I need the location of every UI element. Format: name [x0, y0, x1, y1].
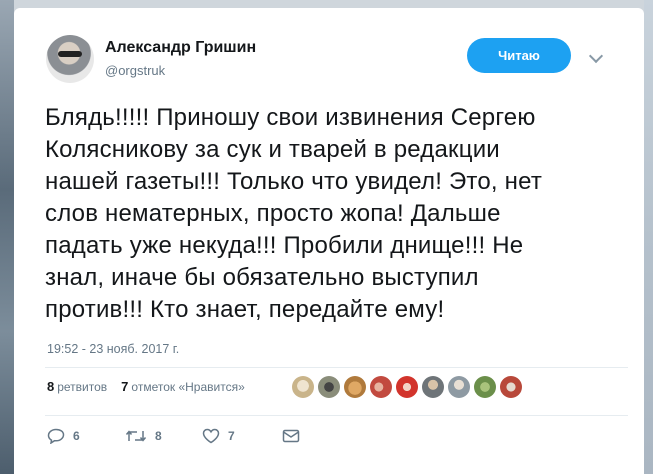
author-avatar[interactable] — [46, 35, 94, 83]
liker-avatar-group[interactable] — [370, 376, 392, 398]
tweet-text-line: Блядь!!!!! Приношу свои извинения Сергею — [45, 104, 536, 131]
retweets-label: ретвитов — [57, 380, 108, 394]
divider — [45, 367, 628, 368]
retweet-count: 8 — [155, 429, 162, 443]
likes-stat[interactable]: 7 отметок «Нравится» — [121, 379, 245, 394]
liker-avatar-flag[interactable] — [500, 376, 522, 398]
liker-avatar-portrait[interactable] — [422, 376, 444, 398]
tweet-text-line: падать уже некуда!!! Пробили днище!!! Не — [45, 232, 524, 259]
author-name[interactable]: Александр Гришин — [105, 39, 256, 57]
likes-count: 7 — [121, 379, 129, 394]
retweet-icon — [125, 430, 147, 442]
liker-avatar-person[interactable] — [448, 376, 470, 398]
engagement-stats: 8 ретвитов 7 отметок «Нравится» — [47, 379, 245, 394]
tweet-text-line: Колясникову за сук и тварей в редакции — [45, 136, 500, 163]
tweet-text-line: слов нематерных, просто жопа! Дальше — [45, 200, 501, 227]
tweet-timestamp[interactable]: 19:52 - 23 нояб. 2017 г. — [47, 342, 179, 356]
liker-avatar-bear[interactable] — [344, 376, 366, 398]
retweets-stat[interactable]: 8 ретвитов — [47, 379, 108, 394]
tweet-text-line: против!!! Кто знает, передайте ему! — [45, 296, 445, 323]
background-strip-right — [644, 0, 653, 474]
reply-action[interactable]: 6 — [47, 428, 125, 444]
author-handle[interactable]: @orgstruk — [105, 63, 165, 78]
reply-count: 6 — [73, 429, 80, 443]
tweet-text-line: знал, иначе бы обязательно выступил — [45, 264, 479, 291]
like-count: 7 — [228, 429, 235, 443]
direct-message-action[interactable] — [282, 429, 308, 443]
liker-avatar-red[interactable] — [396, 376, 418, 398]
tweet-text-line: нашей газеты!!! Только что увидел! Это, … — [45, 168, 543, 195]
tweet-text: Блядь!!!!! Приношу свои извинения Сергею… — [45, 102, 625, 326]
like-action[interactable]: 7 — [202, 428, 282, 444]
liker-avatar-green[interactable] — [474, 376, 496, 398]
background-strip-left — [0, 0, 14, 474]
chevron-down-icon[interactable] — [588, 48, 604, 64]
tweet-card: Александр Гришин @orgstruk Читаю Блядь!!… — [14, 8, 644, 474]
avatar-glasses — [58, 51, 82, 57]
likes-label: отметок «Нравится» — [131, 380, 245, 394]
liker-avatars — [292, 376, 526, 398]
retweets-count: 8 — [47, 379, 55, 394]
liker-avatar-dog[interactable] — [292, 376, 314, 398]
tweet-actions: 6 8 7 — [47, 428, 308, 444]
envelope-icon — [282, 429, 300, 443]
reply-icon — [47, 428, 65, 444]
heart-icon — [202, 428, 220, 444]
follow-button[interactable]: Читаю — [467, 38, 571, 73]
retweet-action[interactable]: 8 — [125, 428, 202, 444]
divider — [45, 415, 628, 416]
liker-avatar-cat[interactable] — [318, 376, 340, 398]
